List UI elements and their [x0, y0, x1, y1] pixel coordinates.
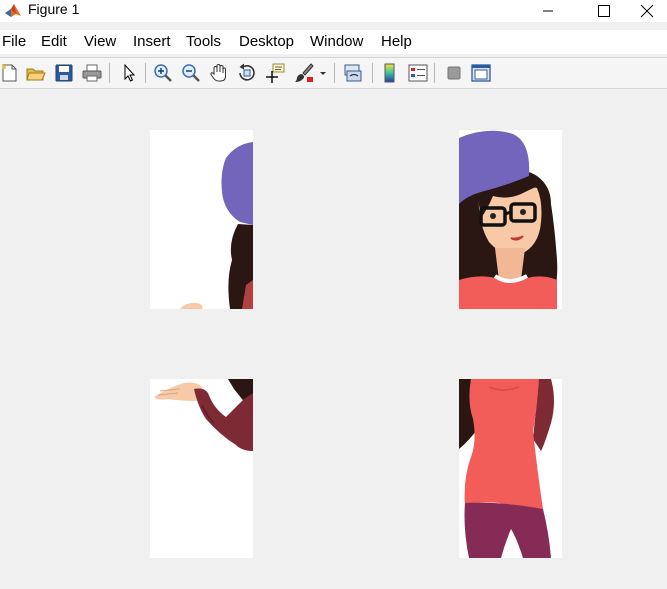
figure-canvas[interactable]: [0, 89, 667, 589]
show-plot-tools-icon[interactable]: [470, 62, 492, 84]
edit-plot-arrow-icon[interactable]: [118, 62, 140, 84]
bottom-left-image-tile[interactable]: [150, 379, 253, 558]
window-title: Figure 1: [28, 1, 80, 17]
pan-hand-icon[interactable]: [208, 62, 230, 84]
toolbar-separator: [109, 63, 110, 83]
menu-file[interactable]: File: [2, 32, 26, 52]
zoom-out-icon[interactable]: [180, 62, 202, 84]
matlab-logo-icon: [4, 1, 22, 19]
new-figure-icon[interactable]: [0, 62, 20, 84]
brush-icon[interactable]: [293, 62, 315, 84]
maximize-button[interactable]: [582, 0, 626, 22]
top-right-image-tile[interactable]: [459, 130, 562, 309]
print-icon[interactable]: [81, 62, 103, 84]
shirt-shape: [464, 379, 543, 509]
brush-dropdown-icon[interactable]: [317, 62, 329, 84]
title-bar: Figure 1: [0, 0, 667, 22]
menu-bar: File Edit View Insert Tools Desktop Wind…: [0, 30, 667, 54]
hide-plot-tools-icon[interactable]: [443, 62, 465, 84]
toolbar-separator: [145, 63, 146, 83]
minimize-icon: [543, 10, 553, 12]
menu-edit[interactable]: Edit: [41, 32, 67, 52]
maximize-icon: [598, 5, 610, 17]
toolbar-separator: [434, 63, 435, 83]
menu-window[interactable]: Window: [310, 32, 363, 52]
figure-toolbar: [0, 57, 667, 89]
toolbar-separator: [334, 63, 335, 83]
menu-tools[interactable]: Tools: [186, 32, 221, 52]
open-file-icon[interactable]: [25, 62, 47, 84]
top-left-image-tile[interactable]: [150, 130, 253, 309]
rotate-3d-icon[interactable]: [236, 62, 258, 84]
menu-help[interactable]: Help: [381, 32, 412, 52]
bottom-right-image-tile[interactable]: [459, 379, 562, 558]
menu-desktop[interactable]: Desktop: [239, 32, 294, 52]
insert-colorbar-icon[interactable]: [379, 62, 401, 84]
toolbar-separator: [372, 63, 373, 83]
minimize-button[interactable]: [526, 0, 570, 22]
link-plot-icon[interactable]: [342, 62, 364, 84]
menu-view[interactable]: View: [84, 32, 116, 52]
save-icon[interactable]: [53, 62, 75, 84]
close-button[interactable]: [640, 0, 667, 22]
zoom-in-icon[interactable]: [152, 62, 174, 84]
menu-insert[interactable]: Insert: [133, 32, 171, 52]
close-icon: [640, 4, 654, 18]
insert-legend-icon[interactable]: [407, 62, 429, 84]
data-cursor-icon[interactable]: [264, 62, 286, 84]
